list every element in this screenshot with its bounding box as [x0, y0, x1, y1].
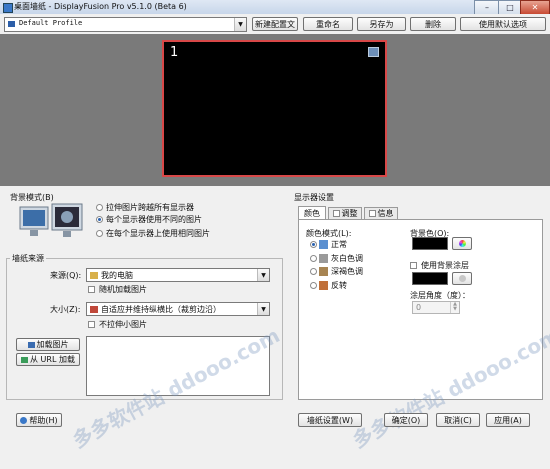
- color-mode-label: 颜色模式(L):: [306, 229, 352, 238]
- monitor-icon: [368, 47, 379, 57]
- spin-arrows-icon[interactable]: ▲ ▼: [450, 302, 459, 313]
- monitors-illustration-icon: [18, 203, 84, 243]
- color-mode-sepia: 深褐色调: [331, 267, 363, 276]
- save-as-button[interactable]: 另存为: [357, 17, 406, 31]
- no-stretch-label: 不拉伸小图片: [99, 320, 147, 329]
- help-label: 帮助(H): [29, 415, 58, 425]
- angle-input[interactable]: 0 ▲ ▼: [412, 301, 460, 314]
- load-url-label: 从 URL 加载: [30, 355, 75, 364]
- size-value: 自适应并维持纵横比（裁剪边沿）: [101, 305, 221, 314]
- adjust-icon: [332, 210, 340, 217]
- normal-icon: [319, 240, 328, 249]
- no-stretch-checkbox[interactable]: [88, 321, 95, 328]
- random-load-label: 随机加载图片: [99, 285, 147, 294]
- profile-select[interactable]: Default Profile ▼: [4, 17, 247, 32]
- invert-icon: [319, 281, 328, 290]
- color-mode-normal: 正常: [331, 240, 347, 249]
- load-image-button[interactable]: 加载图片: [16, 338, 80, 351]
- maximize-button[interactable]: □: [498, 0, 522, 15]
- chevron-down-icon[interactable]: ▼: [234, 18, 246, 31]
- sepia-icon: [319, 267, 328, 276]
- new-profile-button[interactable]: 新建配置文: [252, 17, 298, 31]
- random-load-checkbox[interactable]: [88, 286, 95, 293]
- color-mode-invert: 反转: [331, 281, 347, 290]
- rename-button[interactable]: 重命名: [303, 17, 353, 31]
- color-picker-button[interactable]: [452, 237, 472, 250]
- color-wheel-icon: [458, 240, 466, 247]
- chevron-down-icon[interactable]: ▼: [257, 269, 269, 281]
- info-icon: [368, 210, 376, 217]
- globe-icon: [21, 356, 29, 363]
- load-url-button[interactable]: 从 URL 加载: [16, 353, 80, 366]
- size-select[interactable]: 自适应并维持纵横比（裁剪边沿） ▼: [86, 302, 270, 316]
- title-bar: 桌面墙纸 - DisplayFusion Pro v5.1.0 (Beta 6)…: [0, 0, 550, 15]
- bg-mode-title: 背景模式(B): [10, 193, 54, 202]
- load-image-label: 加载图片: [36, 340, 69, 349]
- profile-value: Default Profile: [19, 19, 83, 27]
- tab-adjust[interactable]: 调整: [328, 207, 362, 219]
- tab-info[interactable]: 信息: [364, 207, 398, 219]
- bg-mode-label-different: 每个显示器使用不同的图片: [106, 215, 202, 224]
- color-mode-radio-invert[interactable]: [310, 282, 317, 289]
- ok-button[interactable]: 确定(O): [384, 413, 428, 427]
- use-bg-layer-label: 使用背景涂层: [421, 261, 469, 270]
- bg-mode-label-stretch: 拉伸图片跨越所有显示器: [106, 203, 194, 212]
- monitor-1-preview[interactable]: 1: [162, 40, 387, 177]
- wallpaper-settings-button[interactable]: 墙纸设置(W): [298, 413, 362, 427]
- profile-icon: [8, 21, 15, 27]
- help-button[interactable]: 帮助(H): [16, 413, 62, 427]
- minimize-button[interactable]: –: [474, 0, 500, 15]
- wallpaper-source-title: 墙纸来源: [10, 253, 46, 264]
- monitor-number: 1: [170, 45, 179, 60]
- use-bg-layer-checkbox[interactable]: [410, 262, 417, 269]
- close-button[interactable]: ✕: [520, 0, 550, 15]
- source-label: 来源(Q):: [50, 271, 82, 280]
- bg-mode-label-same: 在每个显示器上使用相同图片: [106, 229, 210, 238]
- size-label: 大小(Z):: [50, 305, 81, 314]
- bg-mode-radio-stretch[interactable]: [96, 204, 103, 211]
- bg-mode-radio-same[interactable]: [96, 230, 103, 237]
- app-icon: [3, 3, 13, 13]
- bg-color-swatch[interactable]: [412, 237, 448, 250]
- monitor-settings-title: 显示器设置: [294, 193, 334, 202]
- layer-color-button[interactable]: [452, 272, 472, 285]
- tab-color[interactable]: 颜色: [298, 206, 326, 220]
- angle-label: 涂层角度（度）：: [410, 291, 470, 300]
- bg-mode-radio-different[interactable]: [96, 216, 103, 223]
- apply-button[interactable]: 应用(A): [486, 413, 530, 427]
- tab-info-label: 信息: [377, 209, 394, 218]
- color-mode-grayscale: 灰白色调: [331, 254, 363, 263]
- computer-icon: [90, 272, 98, 279]
- help-icon: [20, 416, 28, 424]
- bg-layer-swatch[interactable]: [412, 272, 448, 285]
- color-mode-radio-sepia[interactable]: [310, 268, 317, 275]
- angle-value: 0: [416, 303, 422, 312]
- color-circle-icon: [458, 275, 466, 282]
- folder-icon: [27, 341, 35, 348]
- use-defaults-button[interactable]: 使用默认选项: [460, 17, 546, 31]
- delete-button[interactable]: 删除: [410, 17, 456, 31]
- window-title: 桌面墙纸 - DisplayFusion Pro v5.1.0 (Beta 6): [14, 2, 187, 11]
- cancel-button[interactable]: 取消(C): [436, 413, 480, 427]
- source-value: 我的电脑: [101, 271, 133, 280]
- tab-adjust-label: 调整: [341, 209, 358, 218]
- grayscale-icon: [319, 254, 328, 263]
- image-icon: [90, 306, 98, 313]
- chevron-down-icon[interactable]: ▼: [257, 303, 269, 315]
- color-mode-radio-grayscale[interactable]: [310, 255, 317, 262]
- color-mode-radio-normal[interactable]: [310, 241, 317, 248]
- source-select[interactable]: 我的电脑 ▼: [86, 268, 270, 282]
